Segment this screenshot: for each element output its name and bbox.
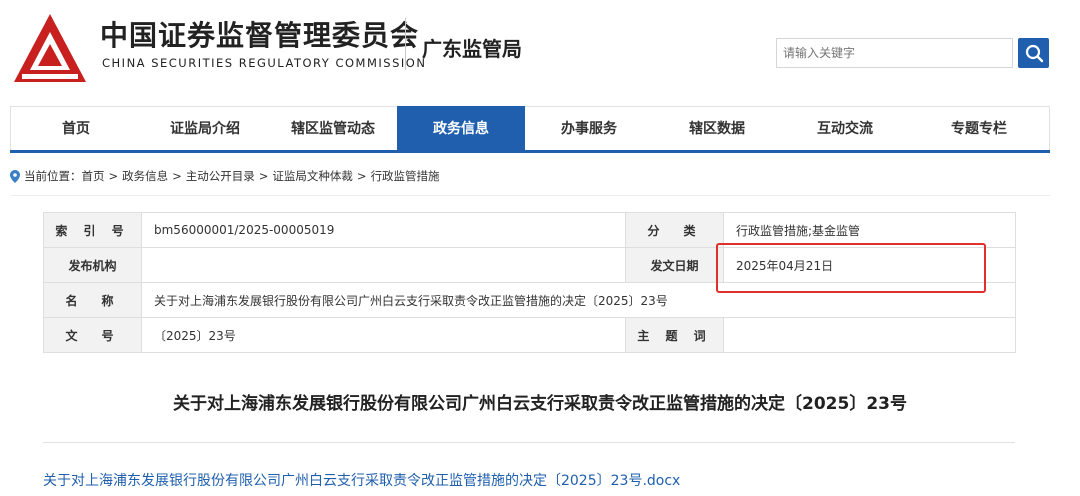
index-number-value: bm56000001/2025-00005019 — [141, 212, 626, 248]
site-header: 中国证券监督管理委员会 CHINA SECURITIES REGULATORY … — [0, 0, 1080, 106]
breadcrumb-item-home[interactable]: 首页 — [82, 168, 105, 184]
attachment-link[interactable]: 关于对上海浦东发展银行股份有限公司广州白云支行采取责令改正监管措施的决定〔202… — [43, 470, 680, 490]
location-pin-icon — [10, 169, 20, 183]
nav-item-regulatory-news[interactable]: 辖区监管动态 — [269, 107, 397, 151]
csrc-logo-icon[interactable] — [10, 10, 90, 90]
search-button[interactable] — [1018, 38, 1049, 68]
nav-item-topics[interactable]: 专题专栏 — [909, 107, 1049, 151]
date-highlight-box — [716, 243, 986, 293]
name-label: 名 称 — [43, 282, 142, 318]
nav-item-bureau-intro[interactable]: 证监局介绍 — [141, 107, 269, 151]
nav-underline — [10, 150, 1050, 153]
nav-item-interaction[interactable]: 互动交流 — [781, 107, 909, 151]
keywords-label: 主 题 词 — [625, 317, 724, 353]
breadcrumb-separator: > — [258, 169, 269, 183]
breadcrumb-item-government-info[interactable]: 政务信息 — [122, 168, 168, 184]
nav-item-region-data[interactable]: 辖区数据 — [653, 107, 781, 151]
nav-item-services[interactable]: 办事服务 — [525, 107, 653, 151]
branch-name: 广东监管局 — [422, 37, 522, 61]
title-divider — [43, 442, 1015, 443]
breadcrumb-item-doc-types[interactable]: 证监局文种体裁 — [272, 168, 353, 184]
doc-number-label: 文 号 — [43, 317, 142, 353]
breadcrumb: 当前位置： 首页 > 政务信息 > 主动公开目录 > 证监局文种体裁 > 行政监… — [10, 166, 440, 186]
breadcrumb-item-public-catalog[interactable]: 主动公开目录 — [186, 168, 255, 184]
document-title: 关于对上海浦东发展银行股份有限公司广州白云支行采取责令改正监管措施的决定〔202… — [173, 394, 907, 414]
breadcrumb-separator: > — [356, 169, 367, 183]
breadcrumb-separator: > — [172, 169, 182, 183]
org-name-en: CHINA SECURITIES REGULATORY COMMISSION — [102, 56, 427, 70]
nav-item-home[interactable]: 首页 — [11, 107, 141, 151]
breadcrumb-separator: > — [108, 169, 119, 183]
keywords-value — [723, 317, 1016, 353]
table-row: 文 号 〔2025〕23号 主 题 词 — [43, 317, 1016, 353]
search-icon — [1025, 44, 1043, 63]
doc-number-value: 〔2025〕23号 — [141, 317, 626, 353]
org-name-cn: 中国证券监督管理委员会 — [100, 19, 420, 52]
header-divider — [405, 18, 406, 70]
issuer-value — [141, 247, 626, 283]
breadcrumb-prefix: 当前位置： — [24, 169, 82, 183]
index-number-label: 索 引 号 — [43, 212, 142, 248]
issue-date-label: 发文日期 — [625, 247, 724, 283]
nav-item-government-info[interactable]: 政务信息 — [397, 106, 525, 152]
search-input[interactable] — [776, 38, 1013, 68]
category-label: 分 类 — [625, 212, 724, 248]
issuer-label: 发布机构 — [43, 247, 142, 283]
main-nav: 首页 证监局介绍 辖区监管动态 政务信息 办事服务 辖区数据 互动交流 专题专栏 — [10, 106, 1050, 152]
breadcrumb-item-admin-measures[interactable]: 行政监管措施 — [371, 168, 440, 184]
